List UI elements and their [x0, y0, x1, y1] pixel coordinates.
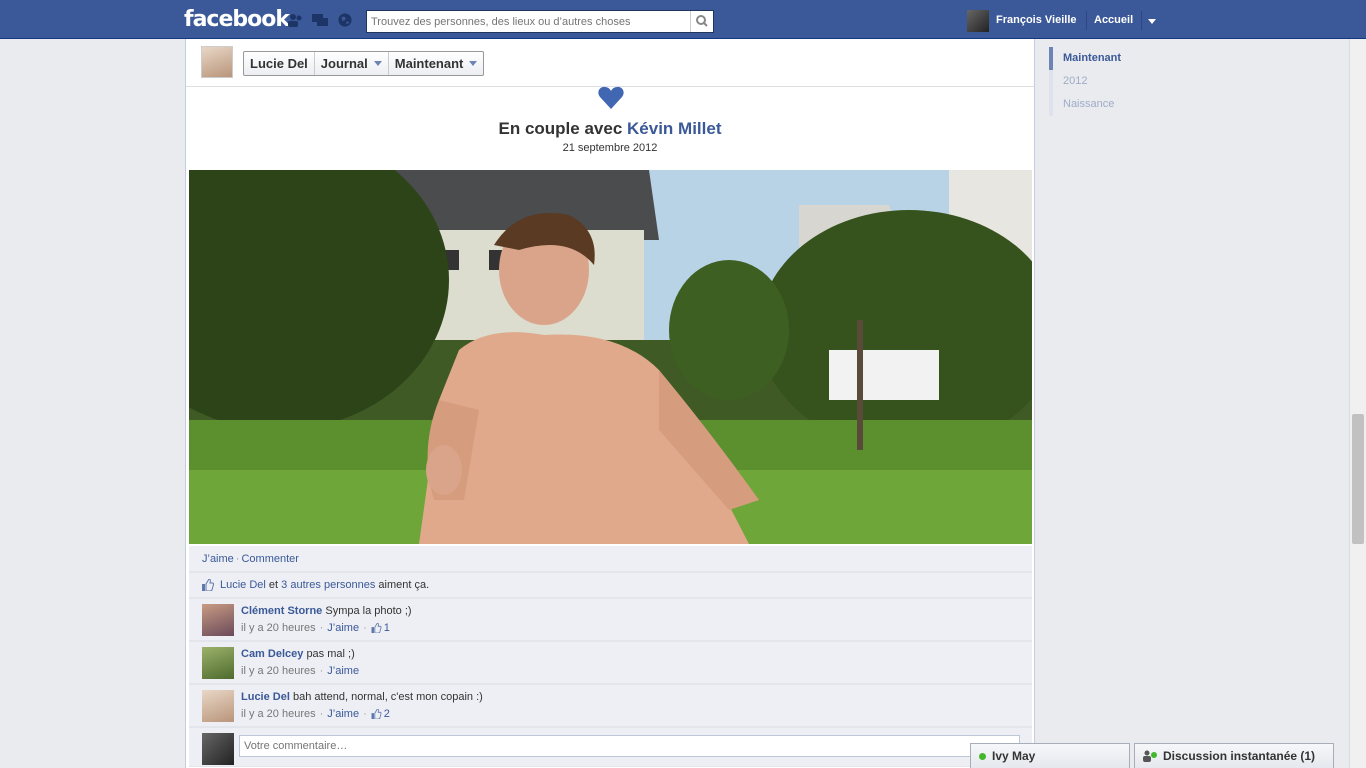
- comment-item: Lucie Del bah attend, normal, c'est mon …: [189, 684, 1032, 727]
- scrubber-item-now[interactable]: Maintenant: [1049, 47, 1199, 70]
- comment-item: Cam Delcey pas mal ;) il y a 20 heures · J…: [189, 641, 1032, 684]
- home-link[interactable]: Accueil: [1094, 14, 1133, 26]
- scrubber-item-2012[interactable]: 2012: [1049, 70, 1199, 93]
- separator: ·: [319, 665, 324, 677]
- profile-header: Lucie Del Journal Maintenant: [186, 39, 1034, 87]
- timeline-column: Lucie Del Journal Maintenant En couple a…: [185, 39, 1035, 768]
- profile-name: Lucie Del: [250, 56, 308, 71]
- life-event-date: 21 septembre 2012: [562, 142, 658, 154]
- heart-icon: [598, 86, 624, 109]
- comment-item: Clément Storne Sympa la photo ;) il y a …: [189, 598, 1032, 641]
- separator: ·: [319, 622, 324, 634]
- event-photo[interactable]: [189, 170, 1032, 544]
- feedback-section: J’aime · Commenter Lucie Del et 3 autres p…: [189, 546, 1032, 767]
- search-icon: [696, 15, 708, 27]
- top-bar: facebook François Vieille Accueil: [0, 0, 1366, 39]
- likes-suffix: aiment ça.: [378, 579, 430, 591]
- chat-tab-contact[interactable]: Ivy May: [970, 743, 1130, 768]
- likes-others-link[interactable]: 3 autres personnes: [281, 579, 375, 591]
- thumbs-up-icon: [371, 709, 382, 719]
- viewer-avatar: [202, 733, 234, 765]
- comment-text: Sympa la photo ;): [325, 605, 412, 617]
- comment-action[interactable]: Commenter: [241, 553, 298, 565]
- comment-time[interactable]: il y a 20 heures: [241, 622, 316, 634]
- comment-time[interactable]: il y a 20 heures: [241, 708, 316, 720]
- account-menu-chevron-icon[interactable]: [1148, 19, 1156, 24]
- notifications-globe-icon[interactable]: [337, 13, 353, 27]
- comment-text: pas mal ;): [306, 648, 355, 660]
- journal-dropdown[interactable]: Journal: [315, 52, 389, 75]
- comment-like-count[interactable]: 2: [384, 708, 390, 720]
- thumbs-up-icon: [202, 579, 214, 591]
- search-box: [366, 10, 714, 33]
- post-actions: J’aime · Commenter: [189, 546, 1032, 572]
- user-avatar[interactable]: [967, 10, 989, 32]
- likes-person-link[interactable]: Lucie Del: [220, 579, 266, 591]
- commenter-avatar[interactable]: [202, 647, 234, 679]
- separator: ·: [363, 622, 367, 634]
- chat-contact-name: Ivy May: [992, 749, 1036, 763]
- comment-input[interactable]: [239, 735, 1020, 757]
- commenter-avatar[interactable]: [202, 604, 234, 636]
- separator: ·: [319, 708, 324, 720]
- chevron-down-icon: [373, 61, 382, 66]
- page-scrollbar[interactable]: [1349, 39, 1366, 768]
- nav-divider: [1141, 11, 1142, 30]
- chat-sidebar-tab[interactable]: Discussion instantanée (1): [1134, 743, 1334, 768]
- comment-like-count[interactable]: 1: [384, 622, 390, 634]
- comment-like-link[interactable]: J’aime: [327, 622, 359, 634]
- comment-text: bah attend, normal, c'est mon copain :): [292, 691, 483, 703]
- likes-and: et: [268, 579, 279, 591]
- chevron-down-icon: [469, 61, 478, 66]
- messages-icon[interactable]: [312, 13, 328, 27]
- nav-divider: [1086, 11, 1087, 30]
- period-dropdown[interactable]: Maintenant: [389, 52, 484, 75]
- breadcrumb: Lucie Del Journal Maintenant: [243, 51, 485, 76]
- online-status-icon: [979, 752, 986, 760]
- facebook-logo[interactable]: facebook: [184, 7, 290, 32]
- search-button[interactable]: [690, 11, 713, 32]
- comment-author[interactable]: Clément Storne: [241, 605, 322, 617]
- comment-like-link[interactable]: J’aime: [327, 708, 359, 720]
- comment-author[interactable]: Cam Delcey: [241, 648, 303, 660]
- scrollbar-thumb[interactable]: [1352, 414, 1364, 544]
- comment-time[interactable]: il y a 20 heures: [241, 665, 316, 677]
- chat-users-icon: [1143, 750, 1157, 762]
- comment-like-link[interactable]: J’aime: [327, 665, 359, 677]
- scrubber-item-birth[interactable]: Naissance: [1049, 93, 1199, 116]
- partner-link[interactable]: Kévin Millet: [627, 119, 721, 138]
- friend-requests-icon[interactable]: [287, 13, 303, 27]
- chat-sidebar-label: Discussion instantanée (1): [1163, 749, 1316, 763]
- life-event-title: En couple avec Kévin Millet: [186, 119, 1034, 139]
- period-label: Maintenant: [394, 56, 464, 71]
- like-action[interactable]: J’aime: [202, 553, 234, 565]
- comment-author[interactable]: Lucie Del: [241, 691, 290, 703]
- thumbs-up-icon: [371, 623, 382, 633]
- profile-name-button[interactable]: Lucie Del: [244, 52, 315, 75]
- separator: ·: [363, 708, 367, 720]
- life-event-prefix: En couple avec: [498, 119, 623, 138]
- commenter-avatar[interactable]: [202, 690, 234, 722]
- user-name-link[interactable]: François Vieille: [996, 14, 1077, 26]
- timeline-scrubber: Maintenant 2012 Naissance: [1049, 47, 1199, 116]
- search-input[interactable]: [367, 11, 687, 32]
- journal-label: Journal: [320, 56, 368, 71]
- profile-avatar[interactable]: [201, 46, 233, 78]
- likes-summary: Lucie Del et 3 autres personnes aiment ç…: [189, 572, 1032, 598]
- photo-image: [189, 170, 1032, 544]
- comment-composer: [189, 727, 1032, 767]
